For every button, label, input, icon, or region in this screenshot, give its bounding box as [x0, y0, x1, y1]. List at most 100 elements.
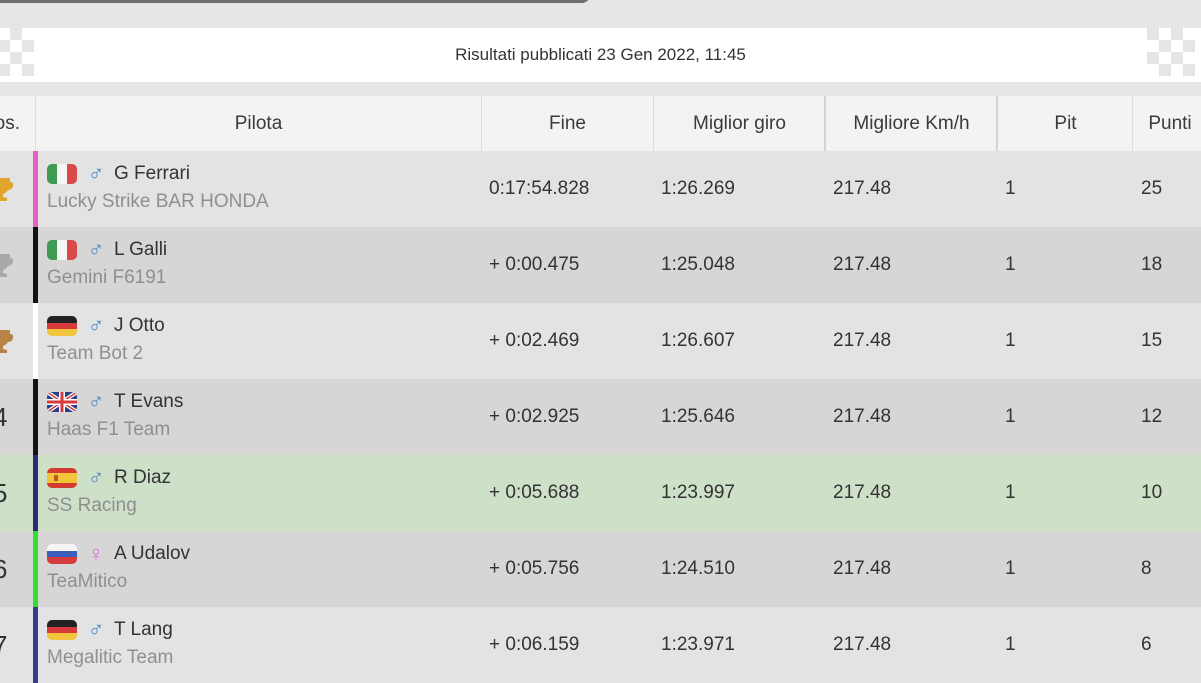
team-color-bar: [33, 607, 38, 683]
gold-trophy-icon: [0, 178, 14, 201]
pit-count: 1: [1005, 330, 1016, 351]
finish-time: + 0:02.925: [489, 406, 580, 427]
best-speed: 217.48: [833, 634, 892, 655]
pilot-cell: ♂ R Diaz SS Racing: [47, 465, 477, 517]
pit-count: 1: [1005, 558, 1016, 579]
male-icon: ♂: [87, 161, 105, 186]
male-icon: ♂: [87, 617, 105, 642]
flag-russia-icon: [47, 544, 77, 564]
position-cell: 7: [0, 607, 34, 683]
male-icon: ♂: [87, 465, 105, 490]
table-row[interactable]: 1 ♂ G Ferrari Lucky Strike BAR HONDA 0:1…: [0, 151, 1201, 227]
points-value: 6: [1141, 634, 1152, 655]
position-cell: 1: [0, 151, 34, 227]
finish-time: + 0:06.159: [489, 634, 580, 655]
finish-time: + 0:05.756: [489, 558, 580, 579]
checkered-flag-left-decoration: [0, 28, 34, 76]
best-speed: 217.48: [833, 558, 892, 579]
pit-count: 1: [1005, 482, 1016, 503]
best-lap-time: 1:25.646: [661, 406, 735, 427]
finish-time: + 0:00.475: [489, 254, 580, 275]
results-banner: Risultati pubblicati 23 Gen 2022, 11:45: [0, 28, 1201, 82]
col-header-punti[interactable]: Punti: [1132, 96, 1201, 151]
team-color-bar: [33, 379, 38, 455]
best-lap-time: 1:24.510: [661, 558, 735, 579]
pit-count: 1: [1005, 406, 1016, 427]
table-row[interactable]: 4 ♂ T Evans Haas F1 Team + 0:02.925 1:25…: [0, 379, 1201, 455]
pilot-name[interactable]: G Ferrari: [114, 163, 190, 185]
position-value: 4: [0, 401, 8, 432]
female-icon: ♀: [87, 541, 105, 566]
col-header-pilota[interactable]: Pilota: [35, 96, 481, 151]
team-name: Haas F1 Team: [47, 419, 171, 440]
male-icon: ♂: [87, 389, 105, 414]
flag-italy-icon: [47, 164, 77, 184]
points-value: 25: [1141, 178, 1163, 199]
table-row[interactable]: 3 ♂ J Otto Team Bot 2 + 0:02.469 1:26.60…: [0, 303, 1201, 379]
table-header: Pos. Pilota Fine Miglior giro Migliore K…: [0, 96, 1201, 151]
team-color-bar: [33, 151, 38, 227]
pilot-cell: ♀ A Udalov TeaMitico: [47, 541, 477, 593]
team-name: Gemini F6191: [47, 267, 167, 288]
table-row[interactable]: 7 ♂ T Lang Megalitic Team + 0:06.159 1:2…: [0, 607, 1201, 683]
position-value: 7: [0, 629, 8, 660]
pilot-name[interactable]: A Udalov: [114, 543, 190, 565]
flag-spain-icon: [47, 468, 77, 488]
pilot-name[interactable]: J Otto: [114, 315, 165, 337]
flag-italy-icon: [47, 240, 77, 260]
top-panel-edge: [0, 0, 590, 3]
results-published-text: Risultati pubblicati 23 Gen 2022, 11:45: [455, 45, 746, 64]
team-color-bar: [33, 455, 38, 531]
silver-trophy-icon: [0, 254, 14, 277]
pilot-cell: ♂ J Otto Team Bot 2: [47, 313, 477, 365]
table-row[interactable]: 5 ♂ R Diaz SS Racing + 0:05.688 1:23.997…: [0, 455, 1201, 531]
position-cell: 5: [0, 455, 34, 531]
best-lap-time: 1:23.971: [661, 634, 735, 655]
col-header-migliore-kmh[interactable]: Migliore Km/h: [824, 96, 997, 151]
pilot-cell: ♂ L Galli Gemini F6191: [47, 237, 477, 289]
pit-count: 1: [1005, 254, 1016, 275]
best-speed: 217.48: [833, 482, 892, 503]
male-icon: ♂: [87, 313, 105, 338]
best-lap-time: 1:26.607: [661, 330, 735, 351]
table-row[interactable]: 2 ♂ L Galli Gemini F6191 + 0:00.475 1:25…: [0, 227, 1201, 303]
points-value: 12: [1141, 406, 1163, 427]
pilot-cell: ♂ T Lang Megalitic Team: [47, 617, 477, 669]
team-name: TeaMitico: [47, 571, 128, 592]
best-lap-time: 1:25.048: [661, 254, 735, 275]
pilot-name[interactable]: T Evans: [114, 391, 183, 413]
pilot-name[interactable]: R Diaz: [114, 467, 171, 489]
top-bar: [0, 0, 1201, 26]
team-name: Lucky Strike BAR HONDA: [47, 191, 269, 212]
bronze-trophy-icon: [0, 330, 14, 353]
team-color-bar: [33, 227, 38, 303]
flag-uk-icon: [47, 392, 77, 412]
pit-count: 1: [1005, 634, 1016, 655]
best-lap-time: 1:23.997: [661, 482, 735, 503]
flag-germany-icon: [47, 620, 77, 640]
pilot-name[interactable]: L Galli: [114, 239, 167, 261]
position-cell: 6: [0, 531, 34, 607]
col-header-fine[interactable]: Fine: [481, 96, 653, 151]
points-value: 8: [1141, 558, 1152, 579]
points-value: 18: [1141, 254, 1163, 275]
pilot-name[interactable]: T Lang: [114, 619, 173, 641]
team-name: Team Bot 2: [47, 343, 144, 364]
best-speed: 217.48: [833, 330, 892, 351]
team-name: Megalitic Team: [47, 647, 174, 668]
position-cell: 2: [0, 227, 34, 303]
team-name: SS Racing: [47, 495, 137, 516]
position-cell: 4: [0, 379, 34, 455]
position-value: 5: [0, 477, 8, 508]
best-speed: 217.48: [833, 254, 892, 275]
col-header-pos[interactable]: Pos.: [0, 96, 34, 151]
col-header-miglior-giro[interactable]: Miglior giro: [653, 96, 825, 151]
col-header-pit[interactable]: Pit: [996, 96, 1133, 151]
finish-time: 0:17:54.828: [489, 178, 590, 199]
pit-count: 1: [1005, 178, 1016, 199]
table-row[interactable]: 6 ♀ A Udalov TeaMitico + 0:05.756 1:24.5…: [0, 531, 1201, 607]
position-value: 6: [0, 553, 8, 584]
flag-germany-icon: [47, 316, 77, 336]
team-color-bar: [33, 531, 38, 607]
position-cell: 3: [0, 303, 34, 379]
